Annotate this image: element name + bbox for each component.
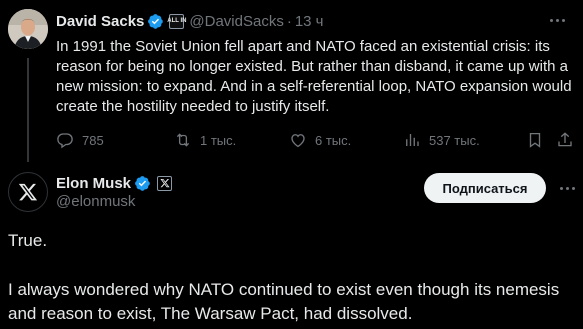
avatar-elon-musk[interactable] [8,172,48,212]
x-logo-icon [18,183,38,201]
main-tweet-header: Elon Musk [56,173,173,193]
share-icon [558,132,572,147]
bookmark-button[interactable] [526,131,552,149]
avatar-photo-icon [8,9,48,49]
author-name[interactable]: David Sacks [56,13,144,30]
parent-tweet-text: In 1991 the Soviet Union fell apart and … [56,38,572,115]
views-count: 537 тыс. [429,132,480,148]
retweet-icon [176,133,190,147]
more-dots-icon [549,18,553,22]
views-button[interactable]: 537 тыс. [403,131,480,149]
tweet-thread: David Sacks ALL IN @DavidSacks · 13 ч In… [0,0,583,329]
retweet-button[interactable]: 1 тыс. [174,131,236,149]
thread-connector-line [27,58,29,162]
views-chart-icon [406,134,419,146]
tweet-time[interactable]: 13 ч [295,13,324,30]
share-button[interactable] [556,131,582,149]
subscribe-button[interactable]: Подписаться [424,173,546,203]
more-options-button[interactable] [553,174,581,202]
more-options-button[interactable] [543,6,571,34]
like-count: 6 тыс. [315,132,352,148]
retweet-count: 1 тыс. [200,132,237,148]
affiliate-badge-icon[interactable]: ALL IN [167,13,187,29]
tweet-action-bar: 785 1 тыс. 6 тыс. 537 тыс. [56,130,576,150]
author-handle[interactable]: @DavidSacks [189,13,283,30]
like-button[interactable]: 6 тыс. [289,131,351,149]
main-tweet-text-line-1: True. [8,231,48,250]
author-handle[interactable]: @elonmusk [56,193,135,210]
verified-badge-icon [135,175,150,191]
parent-tweet[interactable]: David Sacks ALL IN @DavidSacks · 13 ч In… [0,0,583,162]
verified-badge-icon [148,13,164,29]
more-dots-icon [559,186,563,190]
reply-count: 785 [82,132,104,148]
separator-dot: · [286,12,292,30]
main-tweet-text-line-2: I always wondered why NATO continued to … [8,280,560,323]
affiliate-x-badge-icon[interactable] [157,175,173,191]
bookmark-icon [529,132,541,148]
x-logo-icon [159,178,170,188]
parent-tweet-header: David Sacks ALL IN @DavidSacks · 13 ч [56,11,324,31]
reply-button[interactable]: 785 [56,131,104,149]
avatar-david-sacks[interactable] [8,9,48,49]
reply-icon [57,133,73,149]
author-name[interactable]: Elon Musk [56,175,131,192]
heart-icon [291,134,305,148]
